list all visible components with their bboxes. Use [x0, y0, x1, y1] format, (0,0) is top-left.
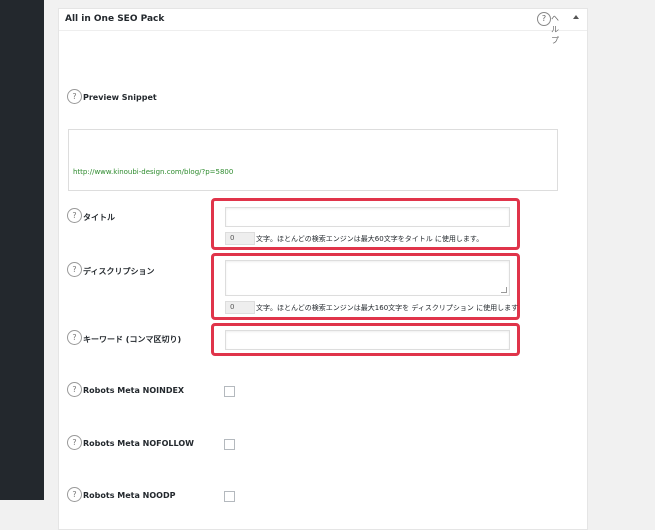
panel-title: All in One SEO Pack — [65, 14, 165, 24]
preview-snippet-box: http://www.kinoubi-design.com/blog/?p=58… — [68, 129, 558, 191]
title-input[interactable] — [225, 207, 510, 227]
description-label: ディスクリプション — [83, 267, 155, 276]
snippet-url: http://www.kinoubi-design.com/blog/?p=58… — [73, 168, 234, 176]
help-icon[interactable]: ? — [67, 435, 82, 450]
help-icon[interactable]: ? — [67, 89, 82, 104]
title-label: タイトル — [83, 213, 115, 222]
nofollow-label: Robots Meta NOFOLLOW — [83, 439, 194, 448]
noodp-checkbox[interactable] — [224, 491, 235, 502]
collapse-toggle-icon[interactable] — [573, 15, 579, 19]
description-count-note: 文字。ほとんどの検索エンジンは最大160文字を ディスクリプション に使用します — [256, 304, 519, 312]
keywords-input[interactable] — [225, 330, 510, 350]
admin-sidebar — [0, 0, 44, 500]
nofollow-checkbox[interactable] — [224, 439, 235, 450]
description-char-count: 0 — [225, 301, 255, 314]
help-icon[interactable]: ? — [67, 208, 82, 223]
title-char-count: 0 — [225, 232, 255, 245]
preview-snippet-label: Preview Snippet — [83, 93, 157, 102]
panel-header: All in One SEO Pack ? ヘルプ — [59, 9, 587, 45]
help-icon[interactable]: ? — [537, 12, 551, 26]
noindex-checkbox[interactable] — [224, 386, 235, 397]
help-icon[interactable]: ? — [67, 262, 82, 277]
resize-handle-icon[interactable] — [501, 287, 507, 293]
help-link[interactable]: ヘルプ — [551, 13, 561, 46]
title-count-note: 文字。ほとんどの検索エンジンは最大60文字をタイトル に使用します。 — [256, 235, 484, 243]
noodp-label: Robots Meta NOODP — [83, 491, 176, 500]
help-icon[interactable]: ? — [67, 382, 82, 397]
help-icon[interactable]: ? — [67, 330, 82, 345]
keywords-label: キーワード (コンマ区切り) — [83, 335, 182, 344]
description-textarea[interactable] — [225, 260, 510, 296]
noindex-label: Robots Meta NOINDEX — [83, 386, 185, 395]
